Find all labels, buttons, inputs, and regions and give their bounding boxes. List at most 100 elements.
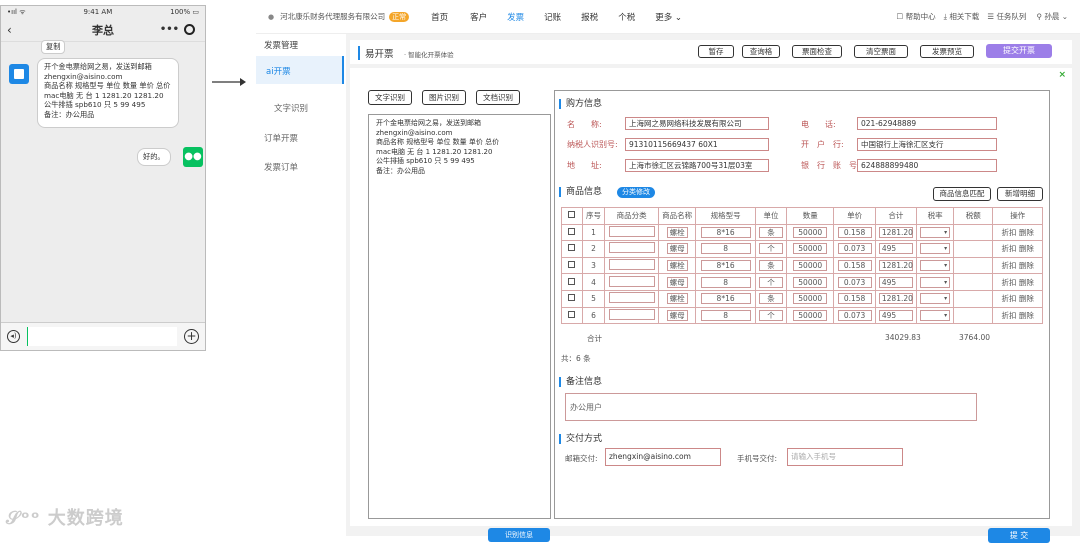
spec-input[interactable]: 8*16 — [700, 226, 751, 238]
category-input[interactable] — [608, 292, 655, 304]
product-name-input[interactable]: 螺母 — [666, 276, 688, 288]
nav-help[interactable]: ☐ 帮助中心 — [896, 11, 935, 22]
row-checkbox[interactable] — [568, 277, 576, 285]
unit-input[interactable]: 个 — [759, 276, 783, 288]
sidebar-invoice-management[interactable]: 发票管理 — [264, 39, 298, 51]
unit-input[interactable]: 个 — [759, 243, 783, 255]
price-input[interactable]: 0.158 — [837, 260, 872, 272]
total-input[interactable]: 1281.20 — [878, 260, 913, 272]
copy-tooltip[interactable]: 复制 — [41, 40, 66, 54]
buyer-name-field[interactable]: 上海网之易网络科技发展有限公司 — [625, 117, 769, 130]
spec-input[interactable]: 8*16 — [700, 293, 751, 305]
quantity-input[interactable]: 50000 — [793, 276, 828, 288]
phone-delivery-field[interactable]: 请输入手机号 — [787, 448, 903, 466]
tax-rate-select[interactable]: ▾ — [920, 309, 951, 321]
email-field[interactable]: zhengxin@aisino.com — [605, 448, 721, 466]
quantity-input[interactable]: 50000 — [793, 226, 828, 238]
select-all-checkbox[interactable] — [561, 207, 583, 225]
chat-input[interactable] — [27, 327, 177, 346]
product-name-input[interactable]: 螺栓 — [666, 226, 688, 238]
category-input[interactable] — [608, 259, 655, 271]
delete-link[interactable]: 删除 — [1019, 244, 1034, 253]
company-name[interactable]: 河北康乐财务代理服务有限公司 — [280, 11, 385, 22]
category-input[interactable] — [608, 242, 655, 254]
total-input[interactable]: 495 — [878, 309, 913, 321]
voice-icon[interactable]: ◂) — [7, 330, 20, 343]
discount-link[interactable]: 折扣 — [1002, 311, 1017, 320]
preview-invoice-button[interactable]: 发票预览 — [920, 45, 974, 58]
tab-text-recognition[interactable]: 文字识别 — [368, 90, 412, 105]
nav-bookkeeping[interactable]: 记账 — [544, 11, 561, 23]
category-input[interactable] — [608, 275, 655, 287]
nav-invoice[interactable]: 发票 — [507, 11, 524, 23]
delete-link[interactable]: 删除 — [1019, 294, 1034, 303]
total-input[interactable]: 1281.20 — [878, 226, 913, 238]
unit-input[interactable]: 条 — [759, 260, 783, 272]
check-invoice-button[interactable]: 票面检查 — [792, 45, 842, 58]
close-icon[interactable]: × — [1058, 70, 1066, 80]
product-name-input[interactable]: 螺栓 — [666, 293, 688, 305]
delete-link[interactable]: 删除 — [1019, 228, 1034, 237]
category-input[interactable] — [608, 308, 655, 320]
delete-link[interactable]: 删除 — [1019, 311, 1034, 320]
tax-rate-select[interactable]: ▾ — [920, 226, 951, 238]
sidebar-item-invoice-orders[interactable]: 发票订单 — [264, 161, 298, 173]
tab-document-recognition[interactable]: 文档识别 — [476, 90, 520, 105]
address-field[interactable]: 上海市徐汇区云锦路700号31层03室 — [625, 159, 769, 172]
delete-link[interactable]: 删除 — [1019, 261, 1034, 270]
account-field[interactable]: 624888899480 — [857, 159, 997, 172]
price-input[interactable]: 0.073 — [837, 309, 872, 321]
nav-downloads[interactable]: ⤓ 相关下载 — [944, 11, 980, 22]
unit-input[interactable]: 个 — [759, 309, 783, 321]
spec-input[interactable]: 8 — [700, 243, 751, 255]
spec-input[interactable]: 8*16 — [700, 260, 751, 272]
row-checkbox[interactable] — [568, 310, 576, 318]
recognize-button[interactable]: 识别信息 — [488, 528, 550, 542]
quantity-input[interactable]: 50000 — [793, 293, 828, 305]
tax-id-field[interactable]: 91310115669437 60X1 — [625, 138, 769, 151]
sent-message[interactable]: 好的。 — [137, 148, 171, 166]
price-input[interactable]: 0.073 — [837, 243, 872, 255]
spec-input[interactable]: 8 — [700, 309, 751, 321]
sidebar-item-text-recognition[interactable]: 文字识别 — [274, 102, 308, 114]
price-input[interactable]: 0.073 — [837, 276, 872, 288]
product-name-input[interactable]: 螺栓 — [666, 260, 688, 272]
discount-link[interactable]: 折扣 — [1002, 244, 1017, 253]
total-input[interactable]: 495 — [878, 276, 913, 288]
user-menu[interactable]: ⚲ 孙晨 ⌄ — [1036, 11, 1068, 22]
more-icon[interactable]: ••• — [160, 24, 179, 35]
sidebar-item-order-invoice[interactable]: 订单开票 — [264, 132, 298, 144]
received-message[interactable]: 开个金电票给网之易，发送到邮箱 zhengxin@aisino.com 商品名称… — [37, 58, 179, 128]
quantity-input[interactable]: 50000 — [793, 260, 828, 272]
buyer-phone-field[interactable]: 021-62948889 — [857, 117, 997, 130]
discount-link[interactable]: 折扣 — [1002, 261, 1017, 270]
discount-link[interactable]: 折扣 — [1002, 228, 1017, 237]
product-name-input[interactable]: 螺母 — [666, 309, 688, 321]
tax-rate-select[interactable]: ▾ — [920, 243, 951, 255]
spec-input[interactable]: 8 — [700, 276, 751, 288]
tax-rate-select[interactable]: ▾ — [920, 260, 951, 272]
add-icon[interactable]: + — [184, 329, 199, 344]
remark-field[interactable]: 办公用户 — [565, 393, 977, 421]
tax-rate-select[interactable]: ▾ — [920, 276, 951, 288]
discount-link[interactable]: 折扣 — [1002, 294, 1017, 303]
nav-more[interactable]: 更多 ⌄ — [655, 11, 682, 23]
quantity-input[interactable]: 50000 — [793, 309, 828, 321]
quantity-input[interactable]: 50000 — [793, 243, 828, 255]
clear-invoice-button[interactable]: 清空票面 — [854, 45, 908, 58]
row-checkbox[interactable] — [568, 294, 576, 302]
save-draft-button[interactable]: 暂存 — [698, 45, 734, 58]
nav-tax-filing[interactable]: 报税 — [581, 11, 598, 23]
tax-rate-select[interactable]: ▾ — [920, 293, 951, 305]
category-input[interactable] — [608, 225, 655, 237]
price-input[interactable]: 0.158 — [837, 293, 872, 305]
recognition-textarea[interactable]: 开个金电票给网之易，发送到邮箱 zhengxin@aisino.com 商品名称… — [368, 114, 551, 519]
unit-input[interactable]: 条 — [759, 226, 783, 238]
record-icon[interactable] — [184, 24, 195, 35]
nav-personal-tax[interactable]: 个税 — [618, 11, 635, 23]
unit-input[interactable]: 条 — [759, 293, 783, 305]
sidebar-item-ai-invoice[interactable]: ai开票 — [256, 56, 344, 84]
tab-image-recognition[interactable]: 图片识别 — [422, 90, 466, 105]
total-input[interactable]: 495 — [878, 243, 913, 255]
back-icon[interactable]: ‹ — [7, 23, 12, 37]
